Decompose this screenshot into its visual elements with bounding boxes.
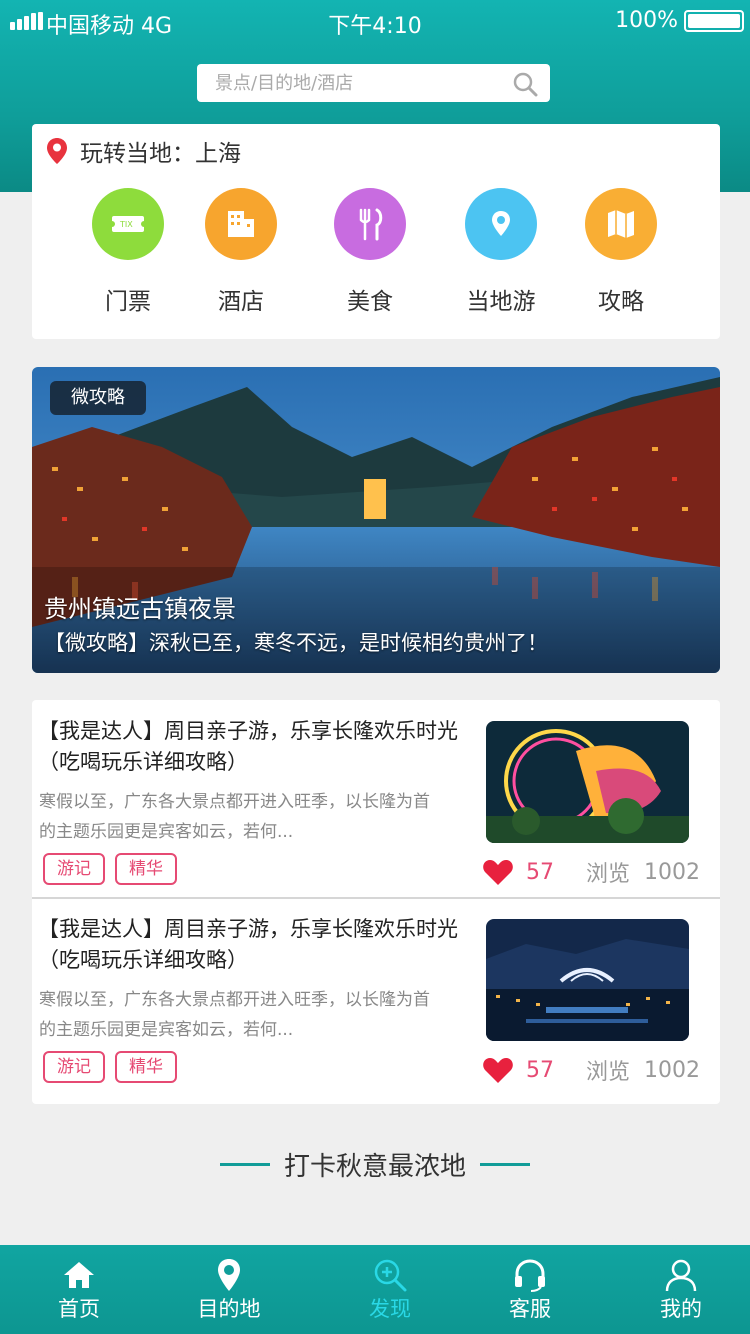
category-label: 酒店: [218, 289, 264, 315]
tab-discover[interactable]: 发现: [330, 1245, 450, 1334]
search-input[interactable]: [197, 64, 477, 102]
category-hotel[interactable]: 酒店: [186, 188, 296, 316]
banner-tag: 微攻略: [50, 381, 146, 415]
search-icon[interactable]: [512, 71, 538, 97]
category-card: 玩转当地：上海 TIX 门票 酒店 美食 当地游 攻略: [32, 124, 720, 339]
heart-icon[interactable]: [482, 1056, 514, 1084]
article-title: 【我是达人】周目亲子游，乐享长隆欢乐时光（吃喝玩乐详细攻略）: [38, 719, 458, 774]
heading-line-left: [219, 1162, 270, 1166]
likes-count: 57: [526, 1057, 554, 1083]
location-text: 玩转当地：上海: [80, 141, 241, 167]
list-item[interactable]: 【我是达人】周目亲子游，乐享长隆欢乐时光（吃喝玩乐详细攻略） 寒假以至，广东各大…: [32, 898, 720, 1094]
location-pin-icon: [47, 138, 67, 164]
article-title: 【我是达人】周目亲子游，乐享长隆欢乐时光（吃喝玩乐详细攻略）: [38, 917, 458, 972]
category-local-tour[interactable]: 当地游: [446, 188, 556, 316]
food-icon: [334, 188, 406, 260]
location-row[interactable]: 玩转当地：上海: [46, 134, 241, 168]
category-ticket[interactable]: TIX 门票: [73, 188, 183, 316]
tag-travelogue[interactable]: 游记: [43, 853, 105, 885]
ticket-icon: TIX: [92, 188, 164, 260]
battery-percent: 100%: [615, 8, 678, 33]
tab-bar: 首页 目的地 发现 客服 我的: [0, 1245, 750, 1334]
map-guide-icon: [585, 188, 657, 260]
destination-pin-icon: [218, 1259, 240, 1291]
tab-label: 目的地: [197, 1297, 261, 1321]
category-label: 攻略: [598, 289, 644, 315]
section-heading: 打卡秋意最浓地: [0, 1144, 750, 1184]
svg-text:TIX: TIX: [119, 220, 133, 229]
search-box[interactable]: [197, 64, 550, 102]
tab-destination[interactable]: 目的地: [169, 1245, 289, 1334]
category-label: 门票: [105, 289, 151, 315]
tag-travelogue[interactable]: 游记: [43, 1051, 105, 1083]
category-guide[interactable]: 攻略: [566, 188, 676, 316]
tab-label: 首页: [58, 1297, 100, 1321]
tab-customer-service[interactable]: 客服: [470, 1245, 590, 1334]
article-thumbnail: [486, 919, 689, 1041]
tab-label: 客服: [509, 1297, 551, 1321]
article-desc: 寒假以至，广东各大景点都开进入旺季，以长隆为首的主题乐园更是宾客如云，若何...: [39, 990, 430, 1040]
views-label: 浏览: [586, 862, 631, 887]
category-label: 美食: [347, 289, 393, 315]
category-food[interactable]: 美食: [315, 188, 425, 316]
views-count: 1002: [644, 859, 701, 885]
heading-line-right: [480, 1162, 530, 1166]
tab-profile[interactable]: 我的: [621, 1245, 741, 1334]
banner-title: 贵州镇远古镇夜景: [44, 595, 236, 623]
hotel-icon: [205, 188, 277, 260]
views-count: 1002: [644, 1057, 701, 1083]
battery-icon: [684, 10, 744, 32]
tab-home[interactable]: 首页: [19, 1245, 139, 1334]
discover-search-icon: [374, 1259, 407, 1292]
tab-label: 发现: [369, 1297, 411, 1321]
likes-count: 57: [526, 859, 554, 885]
user-icon: [665, 1259, 697, 1292]
tag-featured[interactable]: 精华: [115, 853, 177, 885]
headset-icon: [515, 1259, 545, 1292]
list-item[interactable]: 【我是达人】周目亲子游，乐享长隆欢乐时光（吃喝玩乐详细攻略） 寒假以至，广东各大…: [32, 700, 720, 896]
status-bar: 中国移动 4G 下午4:10 100%: [0, 0, 750, 42]
views-label: 浏览: [586, 1060, 631, 1085]
location-icon: [465, 188, 537, 260]
banner-subtitle: 【微攻略】深秋已至，寒冬不远，是时候相约贵州了！: [44, 631, 548, 655]
featured-banner[interactable]: 微攻略 贵州镇远古镇夜景 【微攻略】深秋已至，寒冬不远，是时候相约贵州了！: [32, 367, 720, 673]
article-list: 【我是达人】周目亲子游，乐享长隆欢乐时光（吃喝玩乐详细攻略） 寒假以至，广东各大…: [32, 700, 720, 1104]
tab-label: 我的: [660, 1297, 702, 1321]
article-thumbnail: [486, 721, 689, 843]
heart-icon[interactable]: [482, 858, 514, 886]
home-icon: [64, 1262, 94, 1288]
tag-featured[interactable]: 精华: [115, 1051, 177, 1083]
article-desc: 寒假以至，广东各大景点都开进入旺季，以长隆为首的主题乐园更是宾客如云，若何...: [39, 792, 430, 842]
section-title: 打卡秋意最浓地: [283, 1151, 466, 1182]
category-label: 当地游: [466, 289, 536, 315]
